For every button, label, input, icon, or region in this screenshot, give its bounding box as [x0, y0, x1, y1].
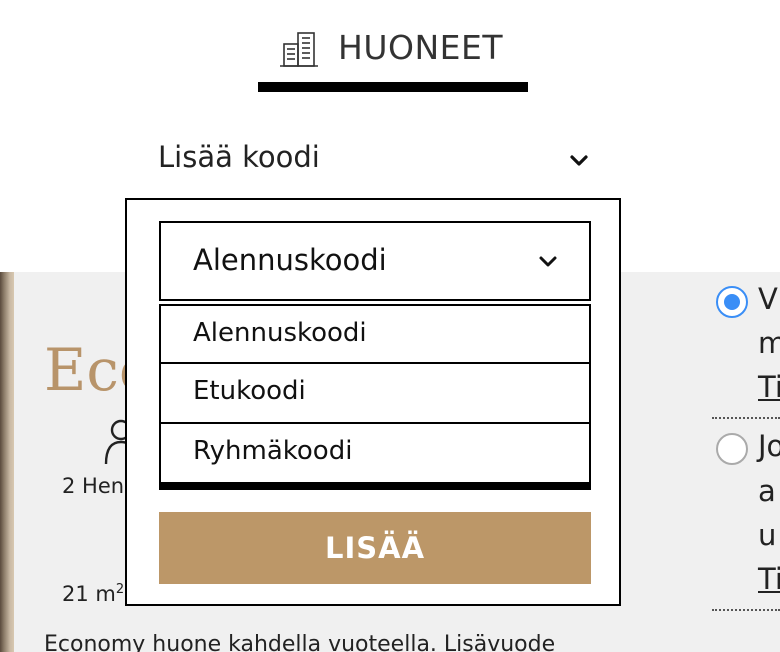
rate-divider: [712, 609, 780, 611]
rate-2-line3: u: [758, 518, 777, 552]
add-code-button[interactable]: LISÄÄ: [159, 512, 591, 584]
room-area: 21 m2: [62, 582, 124, 606]
option-label: Alennuskoodi: [193, 318, 367, 348]
add-code-popup: Alennuskoodi Alennuskoodi Etukoodi Ryhmä…: [125, 198, 621, 606]
tab-rooms[interactable]: HUONEET: [258, 26, 528, 92]
rate-2-details-link[interactable]: Ti: [758, 562, 780, 596]
rate-1-details-link[interactable]: Ti: [758, 370, 780, 404]
code-type-selected: Alennuskoodi: [193, 243, 387, 277]
rate-1-line1: V: [758, 282, 778, 316]
room-description: Economy huone kahdella vuoteella. Lisävu…: [44, 632, 556, 652]
room-area-unit: 2: [115, 582, 125, 597]
option-label: Ryhmäkoodi: [193, 436, 353, 466]
building-icon: [280, 32, 318, 67]
rate-radio-2[interactable]: [716, 433, 748, 465]
option-label: Etukoodi: [193, 376, 306, 406]
options-bottom-border: [159, 484, 591, 490]
tab-active-indicator: [258, 82, 528, 92]
rate-radio-1[interactable]: [716, 286, 748, 318]
rate-1-line2: m: [758, 326, 780, 360]
option-ryhmakoodi[interactable]: Ryhmäkoodi: [159, 424, 591, 484]
add-code-toggle[interactable]: Lisää koodi: [158, 136, 598, 182]
chevron-down-icon: [539, 256, 557, 267]
chevron-down-icon: [570, 155, 588, 166]
rate-divider: [712, 417, 780, 419]
tab-rooms-label: HUONEET: [338, 28, 503, 67]
room-area-value: 21 m: [62, 582, 116, 606]
option-alennuskoodi[interactable]: Alennuskoodi: [159, 304, 591, 364]
code-type-options: Alennuskoodi Etukoodi Ryhmäkoodi: [159, 304, 591, 490]
room-guests: 2 Hen: [62, 474, 125, 498]
rate-2-line1: Jo: [758, 429, 780, 463]
room-photo[interactable]: [0, 272, 14, 652]
code-type-select[interactable]: Alennuskoodi: [159, 221, 591, 301]
rate-2-line2: a: [758, 474, 776, 508]
option-etukoodi[interactable]: Etukoodi: [159, 364, 591, 424]
add-code-label: Lisää koodi: [158, 140, 320, 174]
